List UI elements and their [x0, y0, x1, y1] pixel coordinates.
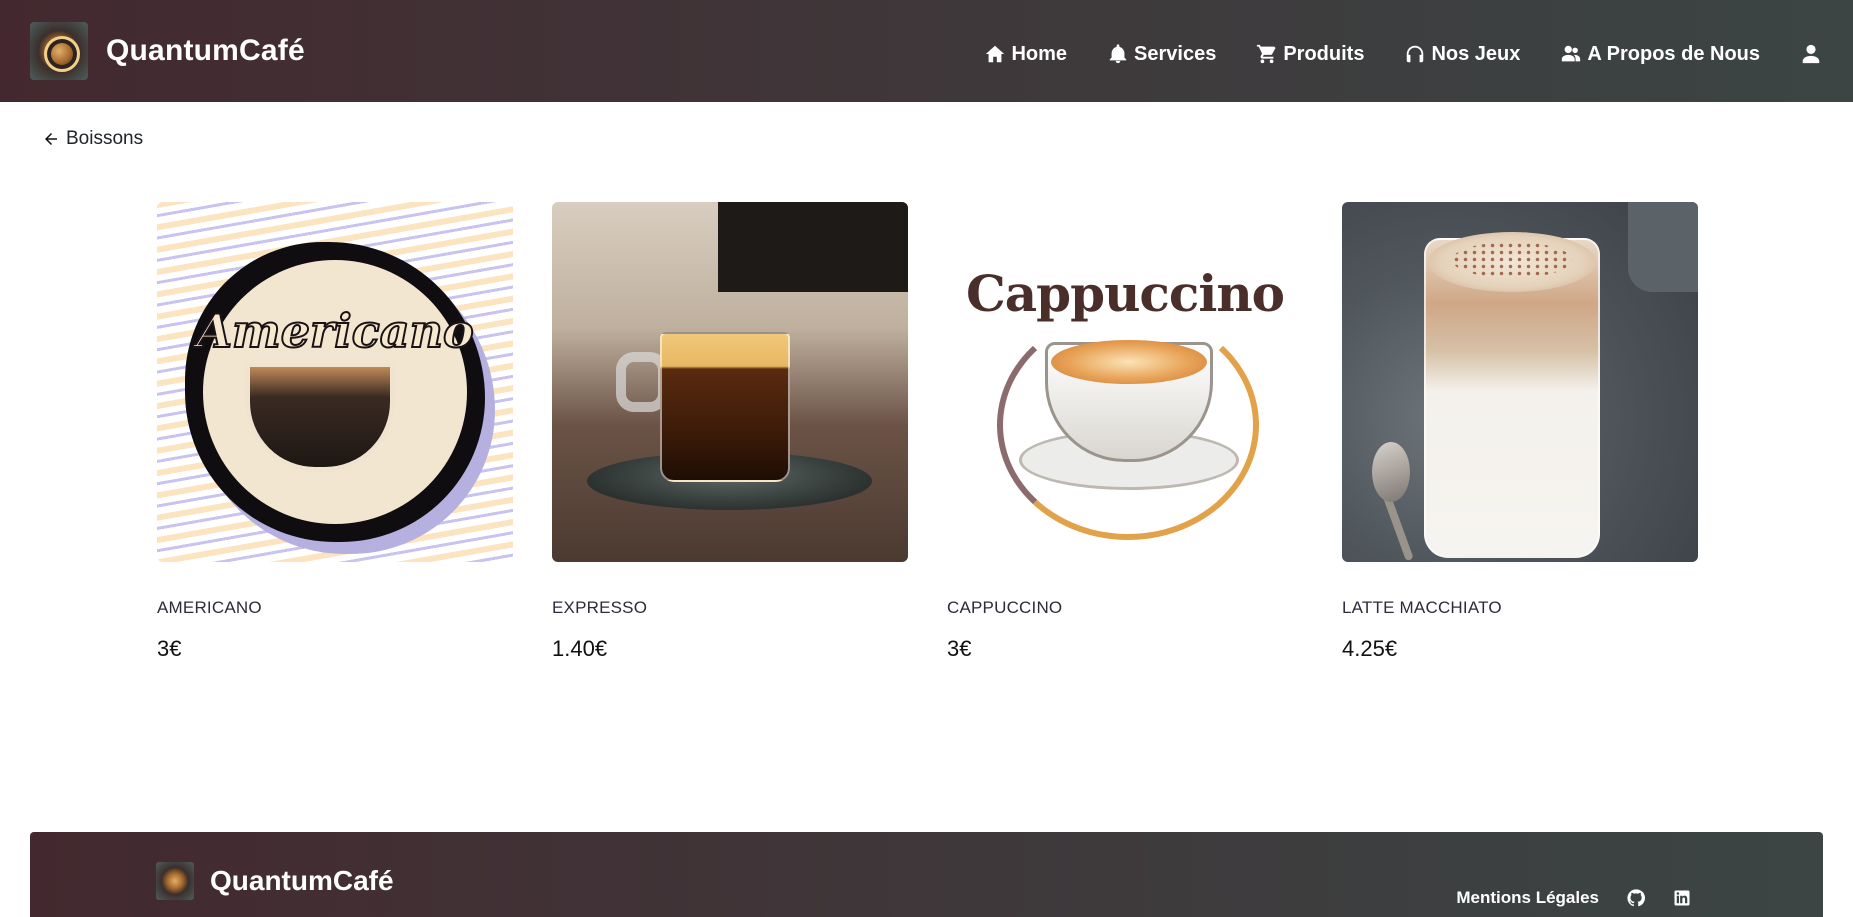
brand-name: QuantumCafé — [106, 34, 305, 67]
nav-home[interactable]: Home — [984, 43, 1067, 66]
brand-logo — [30, 22, 88, 80]
mentions-legales-link[interactable]: Mentions Légales — [1456, 888, 1599, 908]
product-name: AMERICANO — [157, 598, 262, 617]
brand-link[interactable]: QuantumCafé — [30, 22, 305, 80]
linkedin-icon[interactable] — [1673, 889, 1691, 907]
top-navbar: QuantumCafé Home Services Produits Nos J… — [0, 0, 1853, 102]
nav-produits-label: Produits — [1283, 42, 1365, 65]
product-name: EXPRESSO — [552, 598, 648, 617]
footer-links: Mentions Légales — [1456, 888, 1691, 908]
product-card-expresso[interactable]: EXPRESSO 1.40€ — [552, 202, 908, 662]
nav-produits[interactable]: Produits — [1256, 43, 1364, 66]
nav-a-propos-label: A Propos de Nous — [1587, 42, 1760, 65]
cart-icon — [1257, 44, 1276, 64]
user-account-button[interactable] — [1800, 42, 1827, 66]
arrow-left-icon — [45, 133, 57, 145]
footer-brand[interactable]: QuantumCafé — [156, 862, 394, 900]
nav-services-label: Services — [1134, 42, 1217, 65]
americano-image-text: Americano — [195, 303, 474, 359]
product-image-cappuccino[interactable]: Cappuccino — [947, 202, 1303, 562]
product-price: 1.40€ — [552, 636, 608, 661]
product-image-americano[interactable]: Americano — [157, 202, 513, 562]
product-price: 4.25€ — [1342, 636, 1398, 661]
product-card-americano[interactable]: Americano AMERICANO 3€ — [157, 202, 513, 662]
site-footer: QuantumCafé Mentions Légales — [30, 832, 1823, 917]
bell-icon — [1109, 44, 1127, 64]
footer-brand-name: QuantumCafé — [210, 865, 394, 896]
product-price: 3€ — [157, 636, 182, 661]
nav-services[interactable]: Services — [1107, 43, 1216, 66]
nav-links: Home Services Produits Nos Jeux A Propos… — [944, 42, 1827, 66]
americano-sticker: Americano — [185, 242, 485, 542]
github-icon[interactable] — [1627, 889, 1645, 907]
nav-home-label: Home — [1011, 42, 1068, 65]
product-price: 3€ — [947, 636, 972, 661]
back-to-boissons-link[interactable]: Boissons — [42, 128, 143, 150]
product-image-latte-macchiato[interactable] — [1342, 202, 1698, 562]
nav-nos-jeux-label: Nos Jeux — [1431, 42, 1521, 65]
product-card-cappuccino[interactable]: Cappuccino CAPPUCCINO 3€ — [947, 202, 1303, 662]
product-name: CAPPUCCINO — [947, 598, 1063, 617]
headphones-icon — [1407, 45, 1424, 63]
product-name: LATTE MACCHIATO — [1342, 598, 1502, 617]
nav-nos-jeux[interactable]: Nos Jeux — [1404, 43, 1520, 66]
product-card-latte-macchiato[interactable]: LATTE MACCHIATO 4.25€ — [1342, 202, 1698, 662]
user-icon — [1802, 44, 1820, 64]
product-image-expresso[interactable] — [552, 202, 908, 562]
nav-a-propos[interactable]: A Propos de Nous — [1560, 43, 1760, 66]
footer-logo — [156, 862, 194, 900]
users-icon — [1562, 45, 1581, 62]
home-icon — [986, 45, 1005, 63]
back-link-label: Boissons — [66, 128, 144, 149]
cappuccino-image-text: Cappuccino — [965, 264, 1285, 323]
